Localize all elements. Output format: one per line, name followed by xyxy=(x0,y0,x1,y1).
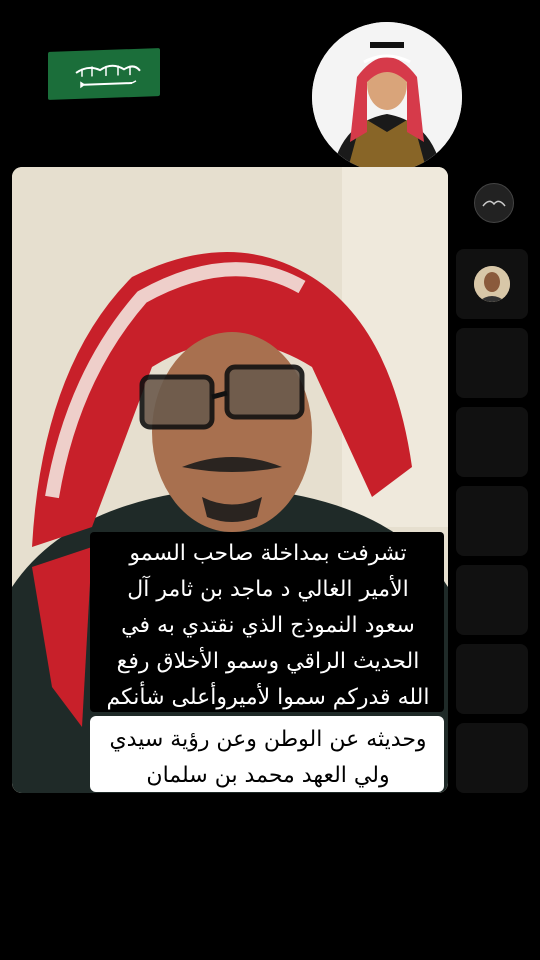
caption-line: الأمير الغالي د ماجد بن ثامر آل xyxy=(127,577,409,602)
caption-line: الحديث الراقي وسمو الأخلاق رفع xyxy=(116,649,420,674)
participant-slot[interactable] xyxy=(456,486,528,556)
caption-line: وحديثه عن الوطن وعن رؤية سيدي xyxy=(109,727,427,752)
participant-slot[interactable] xyxy=(456,407,528,477)
caption-light-text: وحديثه عن الوطن وعن رؤية سيدي ولي العهد … xyxy=(98,722,438,794)
participant-avatar[interactable] xyxy=(474,266,510,302)
caption-line: الله قدركم سموا لأميروأعلى شأنكم xyxy=(106,685,430,710)
saudi-flag-icon xyxy=(48,48,160,100)
participant-slot[interactable] xyxy=(456,328,528,398)
participant-slot[interactable] xyxy=(456,723,528,793)
caption-dark-text: تشرفت بمداخلة صاحب السمو الأمير الغالي د… xyxy=(98,536,438,716)
host-avatar[interactable] xyxy=(312,22,462,172)
channel-logo-icon[interactable] xyxy=(474,183,514,223)
caption-line: ولي العهد محمد بن سلمان xyxy=(146,763,390,788)
participant-slot[interactable] xyxy=(456,644,528,714)
caption-line: تشرفت بمداخلة صاحب السمو xyxy=(129,541,407,566)
caption-line: سعود النموذج الذي نقتدي به في xyxy=(121,613,415,638)
participant-slot[interactable] xyxy=(456,565,528,635)
